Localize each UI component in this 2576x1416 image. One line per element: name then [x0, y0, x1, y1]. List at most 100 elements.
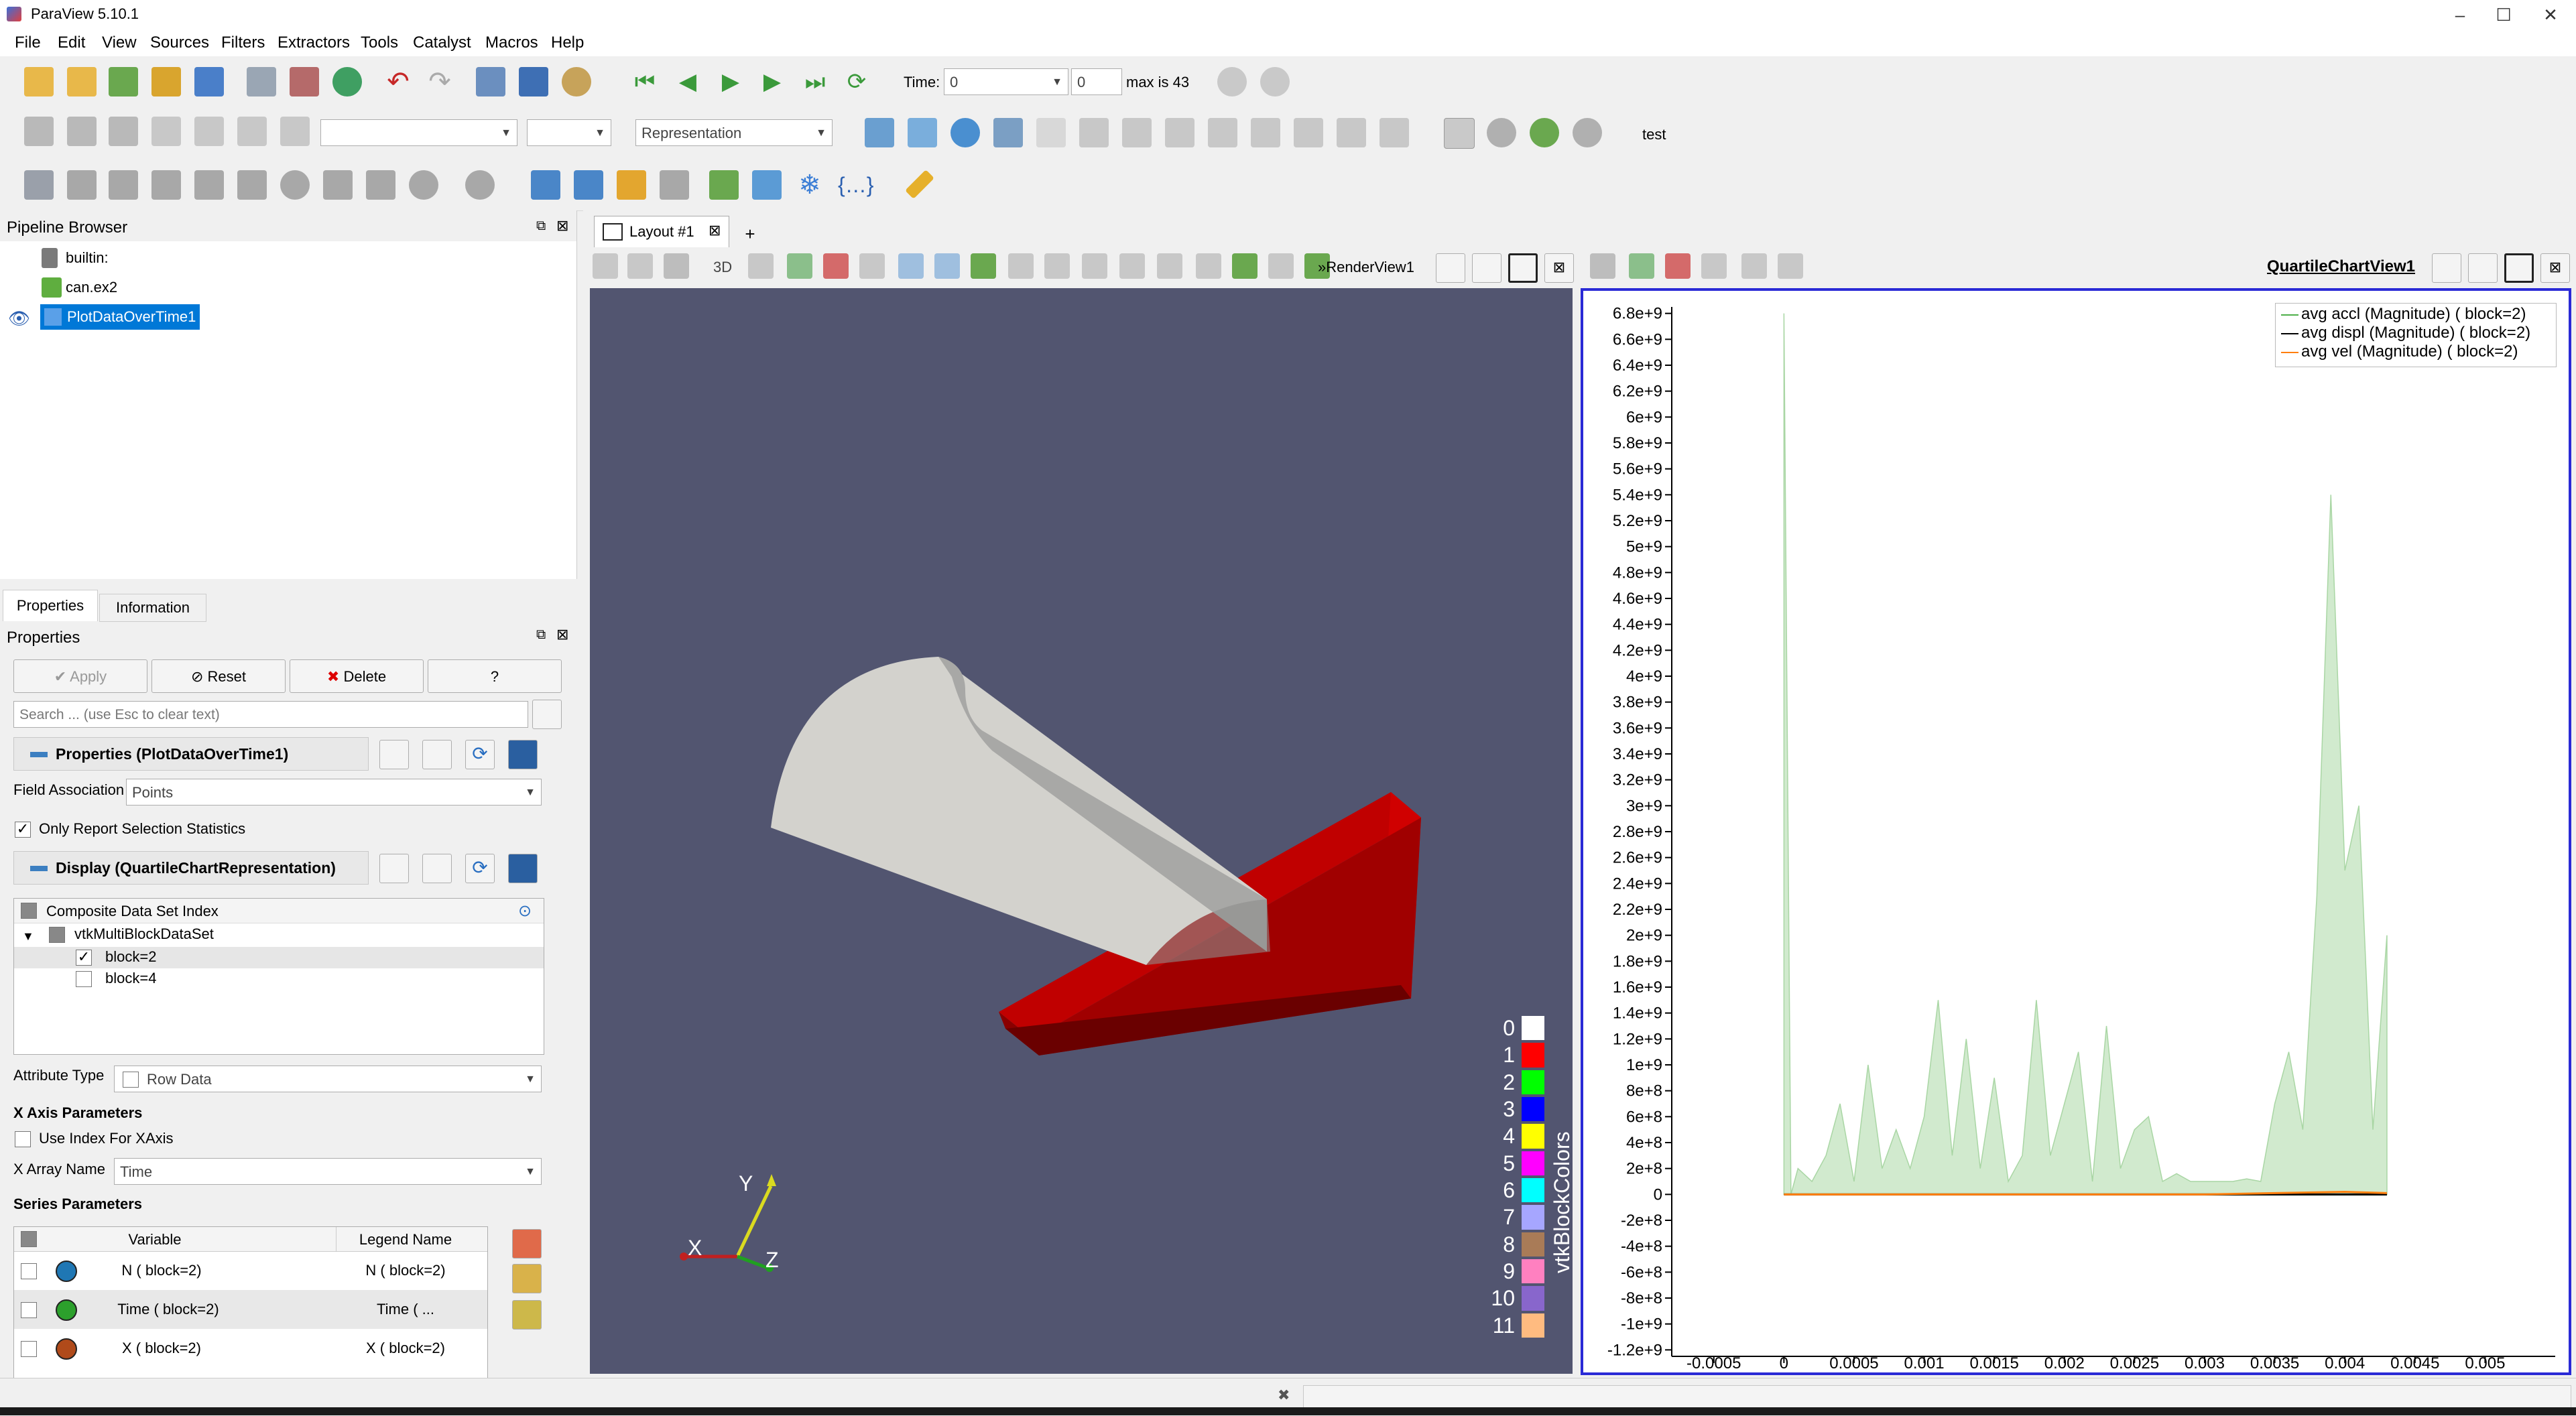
- legend-column-header[interactable]: Legend Name: [339, 1231, 473, 1248]
- split-vertical-icon[interactable]: [1472, 253, 1501, 283]
- add-layout-tab-button[interactable]: +: [733, 221, 767, 247]
- series-checkbox[interactable]: [21, 1302, 37, 1318]
- pick-center-icon[interactable]: [1573, 118, 1602, 147]
- toggle-selection-icon[interactable]: [1701, 253, 1727, 279]
- slice-icon[interactable]: [151, 170, 181, 200]
- group-datasets-icon[interactable]: [409, 170, 438, 200]
- select-polygon-icon[interactable]: [1741, 253, 1767, 279]
- attribute-type-select[interactable]: Row Data ▼: [114, 1066, 542, 1092]
- show-center-icon[interactable]: [1487, 118, 1516, 147]
- camera-icon[interactable]: [664, 253, 689, 279]
- series-load-preset-icon[interactable]: [512, 1264, 542, 1293]
- menu-extractors[interactable]: Extractors: [278, 34, 350, 52]
- camera-icon[interactable]: [1590, 253, 1615, 279]
- split-horizontal-icon[interactable]: [593, 253, 618, 279]
- load-state-icon[interactable]: [290, 67, 319, 96]
- calculator-icon[interactable]: [24, 170, 54, 200]
- grow-selection-icon[interactable]: [1119, 253, 1145, 279]
- series-color-preset-icon[interactable]: [512, 1229, 542, 1259]
- select-blocks-icon[interactable]: [971, 253, 996, 279]
- interactive-select-icon[interactable]: [1008, 253, 1034, 279]
- color-palette-icon[interactable]: [562, 67, 591, 96]
- reset-camera-icon[interactable]: [865, 118, 894, 147]
- pipeline-item-builtin[interactable]: builtin:: [66, 249, 109, 267]
- close-icon[interactable]: ⊠: [556, 217, 568, 235]
- view-plus-z-icon[interactable]: [1251, 118, 1280, 147]
- zoom-to-data-icon[interactable]: [950, 118, 980, 147]
- series-header-checkbox[interactable]: [21, 1231, 37, 1247]
- interaction-mode-icon[interactable]: [1444, 118, 1475, 149]
- undock-icon[interactable]: ⧉: [536, 627, 546, 643]
- time-combo[interactable]: 0 ▼: [944, 68, 1068, 95]
- select-points-icon[interactable]: [1629, 253, 1654, 279]
- chart-view-name[interactable]: QuartileChartView1: [2267, 257, 2415, 276]
- threshold-icon[interactable]: [194, 170, 224, 200]
- reload-icon[interactable]: ⟳: [465, 740, 495, 769]
- advanced-settings-gear-icon[interactable]: [532, 700, 562, 729]
- close-icon[interactable]: ⊠: [709, 222, 721, 239]
- zoom-closest-icon[interactable]: [1036, 118, 1066, 147]
- edit-color-map-icon[interactable]: [67, 117, 97, 146]
- pipeline-item-can-ex2[interactable]: can.ex2: [66, 279, 117, 296]
- menu-sources[interactable]: Sources: [150, 34, 209, 52]
- rotate-plus-90-icon[interactable]: [1337, 118, 1366, 147]
- pipeline-item-selected[interactable]: PlotDataOverTime1: [40, 304, 200, 330]
- menu-macros[interactable]: Macros: [485, 34, 538, 52]
- hover-cells-icon[interactable]: [1082, 253, 1107, 279]
- disconnect-icon[interactable]: [194, 67, 224, 96]
- field-association-select[interactable]: Points ▼: [126, 779, 542, 806]
- clip-icon[interactable]: [109, 170, 138, 200]
- rescale-icon[interactable]: [109, 117, 138, 146]
- clear-selection-icon[interactable]: [1778, 253, 1803, 279]
- zoom-closest-icon[interactable]: [1260, 67, 1290, 96]
- zoom-icon[interactable]: [748, 253, 774, 279]
- chart-view[interactable]: 6.8e+9 6.6e+9 6.4e+9 6.2e+9 6e+9 5.8e+9 5.6e+9…: [1581, 288, 2571, 1375]
- delete-button[interactable]: ✖ Delete: [290, 659, 424, 693]
- menu-edit[interactable]: Edit: [58, 34, 85, 52]
- zoom-to-box-icon[interactable]: [993, 118, 1023, 147]
- warp-vector-icon[interactable]: [366, 170, 395, 200]
- view-mode-toggle[interactable]: 3D: [713, 259, 732, 276]
- maximize-icon[interactable]: [1508, 253, 1538, 283]
- redo-icon[interactable]: ↷: [425, 67, 454, 96]
- save-icon[interactable]: [508, 740, 538, 769]
- split-vertical-icon[interactable]: [2468, 253, 2498, 283]
- rotate-minus-90-icon[interactable]: [1379, 118, 1409, 147]
- close-button[interactable]: ✕: [2530, 3, 2571, 27]
- clear-selection-icon[interactable]: [1196, 253, 1221, 279]
- plot-over-line-icon[interactable]: [531, 170, 560, 200]
- copy-icon[interactable]: [379, 854, 409, 883]
- rescale-visible-icon[interactable]: [194, 117, 224, 146]
- save-data-icon[interactable]: [109, 67, 138, 96]
- render-view[interactable]: X Y Z 0 1 2 3 4 5 6 7 8 9 10 11 vtkBlockColors: [590, 288, 1573, 1374]
- close-icon[interactable]: ⊠: [2540, 253, 2570, 283]
- select-polygon-icon[interactable]: [934, 253, 960, 279]
- component-combo[interactable]: ▼: [527, 119, 611, 146]
- minimize-button[interactable]: –: [2440, 3, 2480, 27]
- table-row[interactable]: X ( block=2) X ( block=2): [14, 1329, 487, 1368]
- split-horizontal-icon[interactable]: [1436, 253, 1465, 283]
- extract-subset-icon[interactable]: [237, 170, 267, 200]
- ruler-icon[interactable]: [905, 170, 934, 199]
- table-row[interactable]: N ( block=2) N ( block=2): [14, 1251, 487, 1290]
- color-variable-combo[interactable]: ▼: [320, 119, 517, 146]
- series-legend[interactable]: Time ( ...: [339, 1301, 473, 1318]
- recent-files-icon[interactable]: [67, 67, 97, 96]
- color-legend[interactable]: [1522, 1015, 1548, 1339]
- timestep-spinbox[interactable]: 0: [1071, 68, 1122, 95]
- menu-filters[interactable]: Filters: [221, 34, 265, 52]
- select-cells-through-icon[interactable]: [859, 253, 885, 279]
- menu-file[interactable]: File: [15, 34, 41, 52]
- view-minus-x-icon[interactable]: [1122, 118, 1152, 147]
- braces-icon[interactable]: {…}: [838, 170, 873, 200]
- chevron-down-circle-icon[interactable]: ⊙: [518, 901, 532, 921]
- play-icon[interactable]: ▶: [716, 67, 745, 96]
- use-index-checkbox[interactable]: [15, 1131, 31, 1147]
- rescale-range-icon[interactable]: [280, 117, 310, 146]
- plot-over-time-icon[interactable]: [752, 170, 782, 200]
- stream-tracer-icon[interactable]: [323, 170, 353, 200]
- show-labels-icon[interactable]: [1232, 253, 1258, 279]
- python-calculator-icon[interactable]: [709, 170, 739, 200]
- menu-catalyst[interactable]: Catalyst: [413, 34, 471, 52]
- histogram-icon[interactable]: [617, 170, 646, 200]
